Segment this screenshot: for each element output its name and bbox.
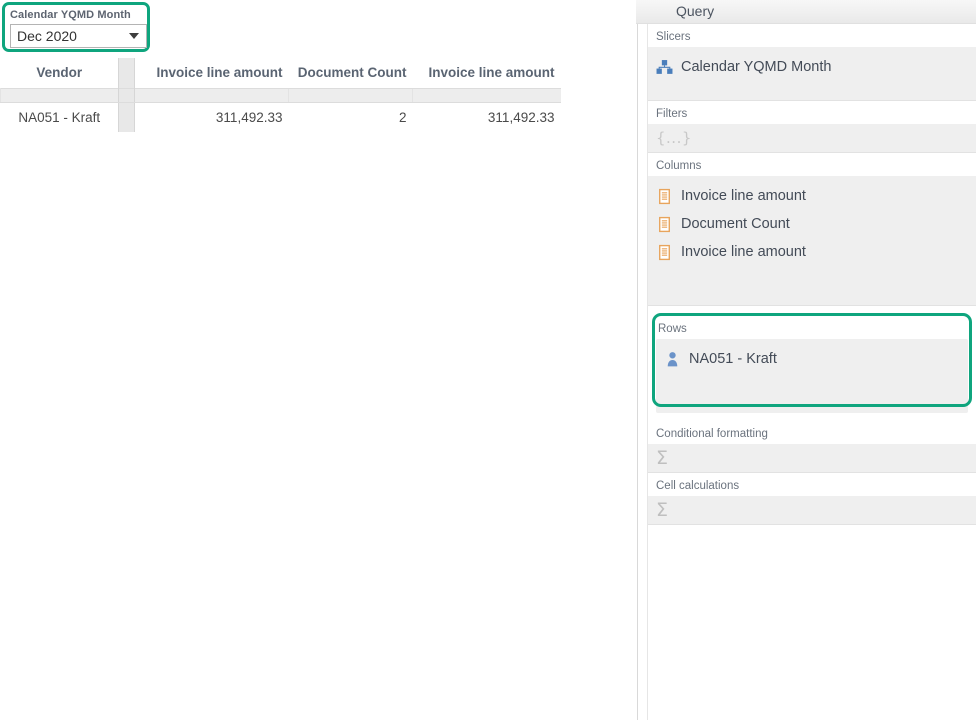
cell-invoice-line-amount-2[interactable]: 311,492.33	[413, 102, 561, 132]
section-label-slicers: Slicers	[648, 24, 976, 47]
measure-icon	[656, 188, 673, 205]
conditional-formatting-placeholder[interactable]: Σ	[648, 447, 976, 469]
slicer-dropdown[interactable]: Dec 2020	[10, 24, 147, 48]
braces-placeholder-icon: {...}	[656, 129, 692, 147]
pivot-header-row: Vendor Invoice line amount Document Coun…	[1, 58, 561, 88]
filters-placeholder[interactable]: {...}	[648, 127, 976, 149]
section-conditional-formatting: Conditional formatting Σ	[648, 421, 976, 473]
cell-invoice-line-amount-1[interactable]: 311,492.33	[135, 102, 289, 132]
field-label: Document Count	[681, 216, 790, 232]
field-label: NA051 - Kraft	[689, 351, 777, 367]
cell-calculations-placeholder[interactable]: Σ	[648, 499, 976, 521]
band-cell-measure-2	[289, 88, 413, 102]
app-root: Calendar YQMD Month Dec 2020 Vendor Invo…	[0, 0, 976, 720]
section-label-rows: Rows	[648, 316, 976, 339]
section-columns: Columns Invoice line amount	[648, 153, 976, 306]
field-label: Invoice line amount	[681, 244, 806, 260]
section-label-columns: Columns	[648, 153, 976, 176]
member-icon	[664, 351, 681, 368]
query-sections: Slicers Calendar YQMD Month Filt	[648, 24, 976, 525]
cell-document-count[interactable]: 2	[289, 102, 413, 132]
section-body-slicers[interactable]: Calendar YQMD Month	[648, 47, 976, 101]
cell-vendor[interactable]: NA051 - Kraft	[1, 102, 119, 132]
query-panel-title: Query	[676, 3, 714, 19]
section-body-cell-calculations[interactable]: Σ	[648, 496, 976, 525]
column-header-invoice-line-amount-1[interactable]: Invoice line amount	[135, 58, 289, 88]
band-cell-measure-1	[135, 88, 289, 102]
sigma-icon: Σ	[656, 501, 668, 520]
slicer-calendar-yqmd-month[interactable]: Calendar YQMD Month Dec 2020	[2, 2, 150, 52]
hierarchy-icon	[656, 59, 673, 76]
column-header-vendor[interactable]: Vendor	[1, 58, 119, 88]
field-label: Invoice line amount	[681, 188, 806, 204]
slicer-selected-value: Dec 2020	[11, 28, 77, 44]
field-label: Calendar YQMD Month	[681, 59, 831, 75]
section-body-filters[interactable]: {...}	[648, 124, 976, 153]
pivot-subheader-band	[1, 88, 561, 102]
band-cell-vendor	[1, 88, 119, 102]
band-splitter	[119, 88, 135, 102]
section-filters: Filters {...}	[648, 101, 976, 153]
table-row[interactable]: NA051 - Kraft 311,492.33 2 311,492.33	[1, 102, 561, 132]
measure-icon	[656, 216, 673, 233]
field-na051-kraft[interactable]: NA051 - Kraft	[656, 345, 968, 373]
chevron-down-icon[interactable]	[129, 33, 139, 39]
section-label-conditional-formatting: Conditional formatting	[648, 421, 976, 444]
field-invoice-line-amount-2[interactable]: Invoice line amount	[648, 238, 976, 266]
slicer-label: Calendar YQMD Month	[10, 8, 142, 22]
band-cell-measure-3	[413, 88, 561, 102]
report-area: Calendar YQMD Month Dec 2020 Vendor Invo…	[0, 0, 637, 720]
section-body-rows[interactable]: NA051 - Kraft	[656, 339, 968, 413]
section-label-cell-calculations: Cell calculations	[648, 473, 976, 496]
section-label-filters: Filters	[648, 101, 976, 124]
row-splitter[interactable]	[119, 102, 135, 132]
column-header-document-count[interactable]: Document Count	[289, 58, 413, 88]
pivot-table: Vendor Invoice line amount Document Coun…	[0, 58, 560, 132]
column-splitter-handle[interactable]	[119, 58, 135, 88]
section-body-columns[interactable]: Invoice line amount Document Count	[648, 176, 976, 306]
section-cell-calculations: Cell calculations Σ	[648, 473, 976, 525]
section-body-conditional-formatting[interactable]: Σ	[648, 444, 976, 473]
section-slicers: Slicers Calendar YQMD Month	[648, 24, 976, 101]
field-document-count[interactable]: Document Count	[648, 210, 976, 238]
field-calendar-yqmd-month[interactable]: Calendar YQMD Month	[648, 53, 976, 81]
column-header-invoice-line-amount-2[interactable]: Invoice line amount	[413, 58, 561, 88]
sigma-icon: Σ	[656, 449, 668, 468]
field-invoice-line-amount-1[interactable]: Invoice line amount	[648, 182, 976, 210]
query-panel: Query Slicers Calendar YQMD Month	[648, 0, 976, 720]
panel-splitter[interactable]	[637, 0, 648, 720]
section-rows: Rows NA051 - Kraft	[648, 316, 976, 413]
measure-icon	[656, 244, 673, 261]
